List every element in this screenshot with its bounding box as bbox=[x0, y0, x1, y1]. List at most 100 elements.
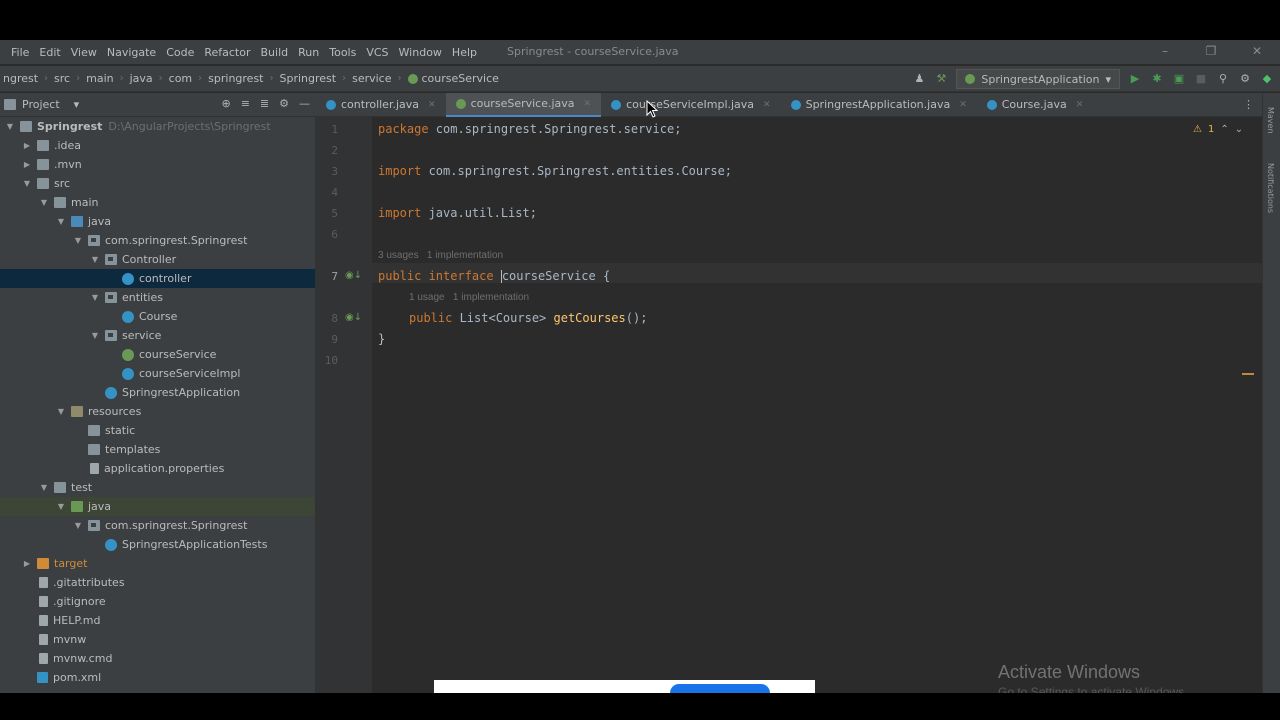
search-icon[interactable]: ⚲ bbox=[1216, 72, 1230, 86]
breadcrumb-project[interactable]: ngrest bbox=[0, 72, 41, 85]
close-icon[interactable]: ✕ bbox=[959, 100, 967, 110]
chevron-down-icon[interactable]: ▼ bbox=[38, 198, 50, 207]
close-icon[interactable]: ✕ bbox=[584, 99, 592, 109]
close-icon[interactable]: ✕ bbox=[1234, 40, 1280, 64]
tab-course-service-impl[interactable]: courseServiceImpl.java ✕ bbox=[601, 93, 781, 117]
chevron-right-icon[interactable]: ▶ bbox=[21, 141, 33, 150]
tree-item[interactable]: mvnw.cmd bbox=[0, 649, 315, 668]
menu-file[interactable]: File bbox=[6, 46, 34, 59]
run-config-select[interactable]: SpringrestApplication ▾ bbox=[956, 69, 1120, 89]
menu-build[interactable]: Build bbox=[256, 46, 294, 59]
usages-hint[interactable]: 1 usage 1 implementation bbox=[409, 292, 529, 303]
chevron-down-icon[interactable]: ▼ bbox=[72, 236, 84, 245]
expand-all-icon[interactable]: ≡ bbox=[241, 97, 250, 110]
tree-item[interactable]: SpringrestApplication bbox=[0, 383, 315, 402]
menu-tools[interactable]: Tools bbox=[324, 46, 361, 59]
close-icon[interactable]: ✕ bbox=[428, 100, 436, 110]
popup-button[interactable] bbox=[670, 684, 770, 693]
tree-item[interactable]: ▼ java bbox=[0, 212, 315, 231]
plugin-icon[interactable]: ◆ bbox=[1260, 72, 1274, 86]
chevron-down-icon[interactable]: ▼ bbox=[4, 122, 16, 131]
tree-item[interactable]: static bbox=[0, 421, 315, 440]
tree-item[interactable]: ▼ com.springrest.Springrest bbox=[0, 231, 315, 250]
tree-item[interactable]: ▼ com.springrest.Springrest bbox=[0, 516, 315, 535]
breadcrumb-com[interactable]: com bbox=[166, 72, 196, 85]
tree-item[interactable]: ▶ .idea bbox=[0, 136, 315, 155]
tree-item[interactable]: ▼ Springrest D:\AngularProjects\Springrest bbox=[0, 117, 315, 136]
close-icon[interactable]: ✕ bbox=[1076, 100, 1084, 110]
tree-item[interactable]: SpringrestApplicationTests bbox=[0, 535, 315, 554]
breadcrumb-java[interactable]: java bbox=[127, 72, 156, 85]
tree-item[interactable]: ▼ resources bbox=[0, 402, 315, 421]
tree-item[interactable]: .gitattributes bbox=[0, 573, 315, 592]
menu-help[interactable]: Help bbox=[447, 46, 482, 59]
minimize-icon[interactable]: – bbox=[1142, 40, 1188, 64]
implemented-gutter-icon[interactable]: ◉↓ bbox=[345, 270, 362, 281]
chevron-down-icon[interactable]: ▼ bbox=[21, 179, 33, 188]
more-icon[interactable]: ⋮ bbox=[1243, 98, 1254, 111]
gear-icon[interactable]: ⚙ bbox=[279, 97, 289, 110]
breadcrumb-springrest[interactable]: springrest bbox=[205, 72, 266, 85]
tree-item[interactable]: ▼ service bbox=[0, 326, 315, 345]
tab-springrest-application[interactable]: SpringrestApplication.java ✕ bbox=[781, 93, 977, 117]
chevron-down-icon[interactable]: ▼ bbox=[72, 521, 84, 530]
tree-item[interactable]: mvnw bbox=[0, 630, 315, 649]
tree-item[interactable]: courseService bbox=[0, 345, 315, 364]
breadcrumb-service[interactable]: service bbox=[349, 72, 394, 85]
chevron-down-icon[interactable]: ▼ bbox=[55, 407, 67, 416]
tab-controller[interactable]: controller.java ✕ bbox=[316, 93, 446, 117]
tree-item[interactable]: ▼ test bbox=[0, 478, 315, 497]
chevron-down-icon[interactable]: ▼ bbox=[55, 502, 67, 511]
tree-item[interactable]: ▶ .mvn bbox=[0, 155, 315, 174]
breadcrumb-springrest-pkg[interactable]: Springrest bbox=[277, 72, 340, 85]
tree-item[interactable]: ▼ main bbox=[0, 193, 315, 212]
code-editor[interactable]: package com.springrest.Springrest.servic… bbox=[372, 117, 1262, 693]
hammer-icon[interactable]: ⚒ bbox=[934, 72, 948, 86]
tree-item[interactable]: courseServiceImpl bbox=[0, 364, 315, 383]
chevron-down-icon[interactable]: ▼ bbox=[38, 483, 50, 492]
coverage-icon[interactable]: ▣ bbox=[1172, 72, 1186, 86]
tree-item[interactable]: pom.xml bbox=[0, 668, 315, 687]
collapse-all-icon[interactable]: ≣ bbox=[260, 97, 269, 110]
tree-item[interactable]: .gitignore bbox=[0, 592, 315, 611]
tree-item[interactable]: ▼ entities bbox=[0, 288, 315, 307]
inspection-widget[interactable]: ⚠ 1 ⌃ ⌄ bbox=[1193, 124, 1243, 135]
close-icon[interactable]: ✕ bbox=[763, 100, 771, 110]
menu-refactor[interactable]: Refactor bbox=[199, 46, 255, 59]
menu-view[interactable]: View bbox=[66, 46, 102, 59]
breadcrumb-course-service[interactable]: courseService bbox=[405, 72, 502, 85]
chevron-down-icon[interactable]: ▼ bbox=[89, 331, 101, 340]
debug-icon[interactable]: ✱ bbox=[1150, 72, 1164, 86]
hide-icon[interactable]: — bbox=[299, 97, 310, 110]
notifications-tool-tab[interactable]: Notifications bbox=[1266, 163, 1275, 213]
tree-item[interactable]: templates bbox=[0, 440, 315, 459]
gear-icon[interactable]: ⚙ bbox=[1238, 72, 1252, 86]
chevron-down-icon[interactable]: ⌄ bbox=[1235, 124, 1243, 135]
stop-icon[interactable]: ■ bbox=[1194, 72, 1208, 86]
menu-code[interactable]: Code bbox=[161, 46, 199, 59]
tree-item[interactable]: ▼ Controller bbox=[0, 250, 315, 269]
chevron-up-icon[interactable]: ⌃ bbox=[1220, 124, 1228, 135]
user-icon[interactable]: ♟ bbox=[912, 72, 926, 86]
tree-item[interactable]: ▼ java bbox=[0, 497, 315, 516]
chevron-down-icon[interactable]: ▼ bbox=[55, 217, 67, 226]
restore-icon[interactable]: ❐ bbox=[1188, 40, 1234, 64]
tree-item[interactable]: controller bbox=[0, 269, 315, 288]
menu-vcs[interactable]: VCS bbox=[361, 46, 393, 59]
menu-run[interactable]: Run bbox=[293, 46, 324, 59]
tree-item[interactable]: HELP.md bbox=[0, 611, 315, 630]
chevron-down-icon[interactable]: ▼ bbox=[89, 293, 101, 302]
breadcrumb-main[interactable]: main bbox=[83, 72, 116, 85]
chevron-down-icon[interactable]: ▼ bbox=[89, 255, 101, 264]
tab-course[interactable]: Course.java ✕ bbox=[977, 93, 1094, 117]
tree-item[interactable]: Course bbox=[0, 307, 315, 326]
menu-window[interactable]: Window bbox=[394, 46, 447, 59]
tree-item[interactable]: ▶ target bbox=[0, 554, 315, 573]
tree-item[interactable]: ▼ src bbox=[0, 174, 315, 193]
maven-tool-tab[interactable]: Maven bbox=[1266, 107, 1275, 134]
menu-navigate[interactable]: Navigate bbox=[102, 46, 161, 59]
project-view-selector[interactable]: Project ▾ bbox=[4, 98, 79, 111]
chevron-right-icon[interactable]: ▶ bbox=[21, 160, 33, 169]
locate-icon[interactable]: ⊕ bbox=[221, 97, 230, 110]
breadcrumb-src[interactable]: src bbox=[51, 72, 73, 85]
